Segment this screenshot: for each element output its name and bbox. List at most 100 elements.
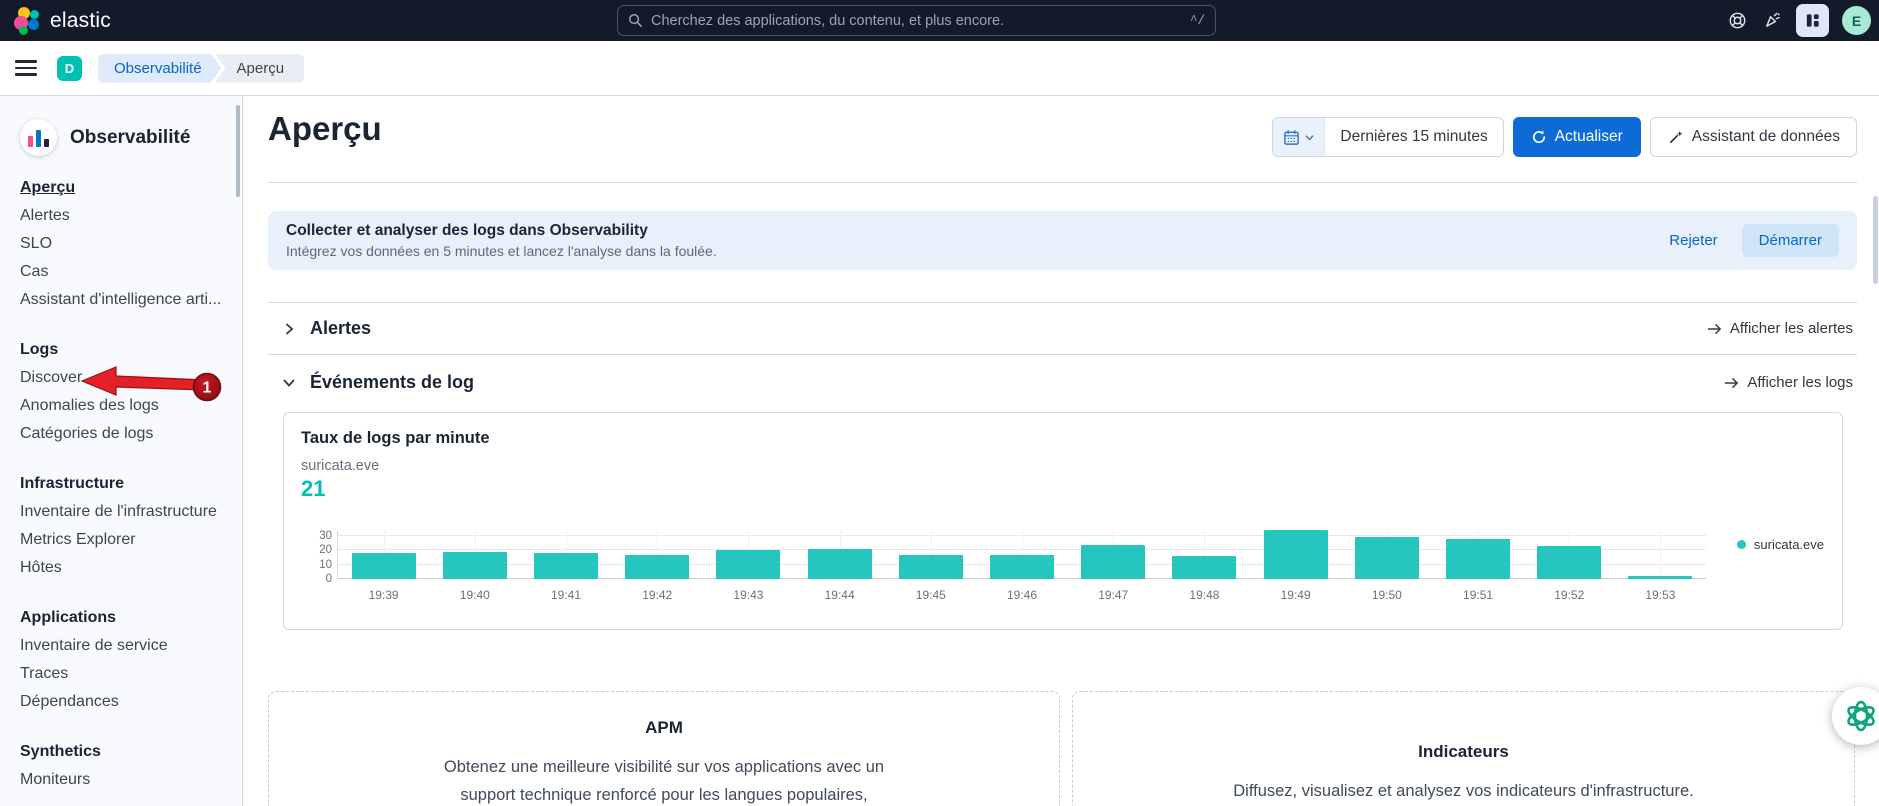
sidebar-item-discover[interactable]: Discover xyxy=(20,364,242,392)
observability-icon xyxy=(20,119,57,156)
bar-19:43[interactable] xyxy=(716,550,780,579)
sidebar-item-inventaire-de-l-infrastructure[interactable]: Inventaire de l'infrastructure xyxy=(20,498,242,526)
search-input[interactable] xyxy=(651,13,1190,29)
elastic-logo[interactable]: elastic xyxy=(14,0,111,41)
arrow-right-icon xyxy=(1707,323,1722,335)
elastic-observability-overview: elastic ^/ xyxy=(0,0,1879,806)
x-axis-tick: 19:42 xyxy=(642,588,672,602)
bar-19:51[interactable] xyxy=(1446,539,1510,579)
apm-panel: APM Obtenez une meilleure visibilité sur… xyxy=(268,691,1060,806)
breadcrumb-overview[interactable]: Aperçu xyxy=(215,54,305,83)
sidebar-group-infrastructure: Infrastructure xyxy=(20,470,242,498)
alerts-accordion-toggle[interactable]: Alertes xyxy=(268,318,371,339)
sidebar-item-assistant-d-intelligence-arti[interactable]: Assistant d'intelligence arti... xyxy=(20,286,242,314)
sidebar-item-moniteurs[interactable]: Moniteurs xyxy=(20,766,242,794)
sidebar-item-apercu[interactable]: Aperçu xyxy=(20,174,242,202)
x-axis-tick: 19:44 xyxy=(825,588,855,602)
chart-current-value: 21 xyxy=(301,476,325,502)
sidebar-title: Observabilité xyxy=(70,127,190,149)
sidebar-title-row: Observabilité xyxy=(20,119,242,156)
chart-legend-item[interactable]: suricata.eve xyxy=(1737,537,1824,552)
sidebar-nav: AperçuAlertesSLOCasAssistant d'intellige… xyxy=(0,174,242,794)
menu-icon[interactable] xyxy=(15,60,37,76)
apm-panel-body: Obtenez une meilleure visibilité sur vos… xyxy=(429,753,899,806)
log-events-accordion-toggle[interactable]: Événements de log xyxy=(268,372,474,393)
breadcrumb-observability[interactable]: Observabilité xyxy=(98,54,222,83)
space-badge[interactable]: D xyxy=(57,56,82,81)
data-assistant-button[interactable]: Assistant de données xyxy=(1650,117,1857,157)
time-range-display[interactable]: Dernières 15 minutes xyxy=(1325,118,1502,156)
y-axis-tick: 0 xyxy=(306,573,332,585)
global-search[interactable]: ^/ xyxy=(617,5,1216,36)
help-icon[interactable] xyxy=(1726,10,1748,32)
bar-19:53[interactable] xyxy=(1628,576,1692,579)
logs-callout-banner: Collecter et analyser des logs dans Obse… xyxy=(268,211,1857,270)
sidebar-item-traces[interactable]: Traces xyxy=(20,660,242,688)
page-title: Aperçu xyxy=(268,110,382,148)
x-axis-tick: 19:52 xyxy=(1554,588,1584,602)
quick-select-button[interactable] xyxy=(1273,118,1325,156)
time-controls: Dernières 15 minutes Actualiser Assistan… xyxy=(1272,117,1857,157)
bar-19:49[interactable] xyxy=(1264,530,1328,579)
bar-19:39[interactable] xyxy=(352,553,416,579)
bar-19:40[interactable] xyxy=(443,552,507,579)
wrench-icon xyxy=(1667,129,1684,146)
sidebar-item-metrics-explorer[interactable]: Metrics Explorer xyxy=(20,526,242,554)
bar-19:44[interactable] xyxy=(808,549,872,579)
refresh-icon xyxy=(1531,129,1547,145)
sidebar-item-slo[interactable]: SLO xyxy=(20,230,242,258)
bar-19:48[interactable] xyxy=(1172,556,1236,579)
chevron-right-icon xyxy=(282,322,296,336)
x-axis-tick: 19:46 xyxy=(1007,588,1037,602)
data-assistant-label: Assistant de données xyxy=(1692,128,1840,146)
elastic-logo-icon xyxy=(14,7,41,34)
sidebar-item-categories-de-logs[interactable]: Catégories de logs xyxy=(20,420,242,448)
chart-slot: 19:51 xyxy=(1432,531,1523,579)
sidebar-item-dependances[interactable]: Dépendances xyxy=(20,688,242,716)
show-alerts-link[interactable]: Afficher les alertes xyxy=(1707,320,1857,337)
openai-icon xyxy=(1843,698,1879,734)
breadcrumb-bar: D Observabilité Aperçu Ajouter des donné… xyxy=(0,41,1879,96)
bar-19:42[interactable] xyxy=(625,555,689,579)
x-axis-tick: 19:43 xyxy=(733,588,763,602)
sidebar-group-applications: Applications xyxy=(20,604,242,632)
bar-19:52[interactable] xyxy=(1537,546,1601,579)
y-axis-tick: 30 xyxy=(306,530,332,542)
sidebar-scrollbar[interactable] xyxy=(236,105,240,197)
newsfeed-icon[interactable] xyxy=(1761,10,1783,32)
bar-19:41[interactable] xyxy=(534,553,598,579)
main-content: Aperçu Dernières 15 minute xyxy=(243,96,1879,806)
sidebar-item-inventaire-de-service[interactable]: Inventaire de service xyxy=(20,632,242,660)
sidebar-item-hotes[interactable]: Hôtes xyxy=(20,554,242,582)
brand-name: elastic xyxy=(50,9,111,33)
sidebar-item-alertes[interactable]: Alertes xyxy=(20,202,242,230)
show-logs-link[interactable]: Afficher les logs xyxy=(1724,374,1857,391)
chart-slot: 19:48 xyxy=(1159,531,1250,579)
user-avatar[interactable]: E xyxy=(1842,6,1871,35)
search-icon xyxy=(628,13,643,28)
metrics-panel-body: Diffusez, visualisez et analysez vos ind… xyxy=(1184,777,1744,805)
sidebar-item-anomalies-des-logs[interactable]: Anomalies des logs xyxy=(20,392,242,420)
bar-19:46[interactable] xyxy=(990,555,1054,579)
start-button[interactable]: Démarrer xyxy=(1742,224,1839,257)
arrow-right-icon xyxy=(1724,377,1739,389)
chart-slot: 19:39 xyxy=(338,531,429,579)
bar-19:45[interactable] xyxy=(899,555,963,579)
show-logs-label: Afficher les logs xyxy=(1747,374,1853,391)
refresh-button[interactable]: Actualiser xyxy=(1513,117,1641,157)
chart-slot: 19:45 xyxy=(885,531,976,579)
sidebar-item-cas[interactable]: Cas xyxy=(20,258,242,286)
legend-label: suricata.eve xyxy=(1754,537,1824,552)
sidebar: Observabilité AperçuAlertesSLOCasAssista… xyxy=(0,96,243,806)
show-alerts-label: Afficher les alertes xyxy=(1730,320,1853,337)
reject-button[interactable]: Rejeter xyxy=(1669,232,1717,249)
bar-19:47[interactable] xyxy=(1081,545,1145,579)
bar-chart-plot: 010203019:3919:4019:4119:4219:4319:4419:… xyxy=(337,531,1706,579)
x-axis-tick: 19:45 xyxy=(916,588,946,602)
apm-panel-title: APM xyxy=(269,718,1059,738)
chart-slot: 19:47 xyxy=(1068,531,1159,579)
page-scrollbar[interactable] xyxy=(1873,196,1878,284)
bar-19:50[interactable] xyxy=(1355,537,1419,579)
apps-icon[interactable] xyxy=(1796,4,1829,37)
chart-slot: 19:50 xyxy=(1341,531,1432,579)
